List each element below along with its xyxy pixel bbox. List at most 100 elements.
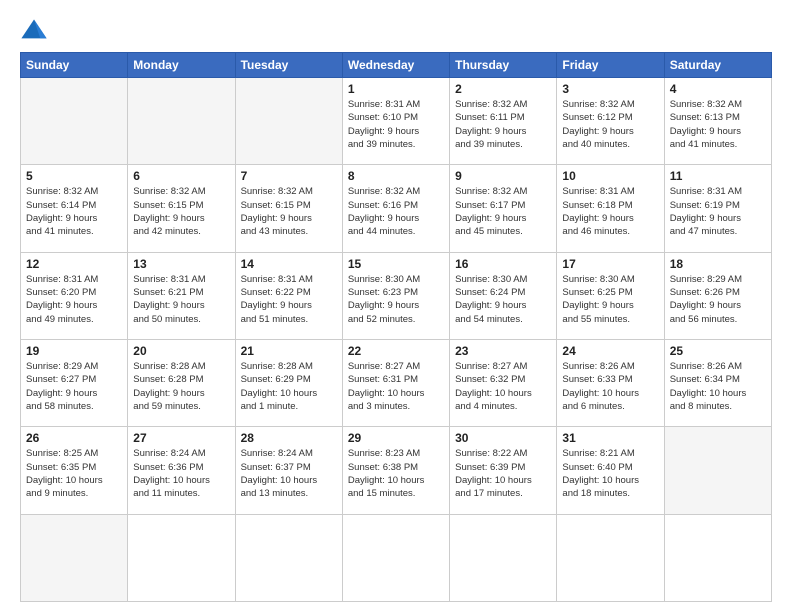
day-number: 16 bbox=[455, 257, 551, 271]
day-info: Sunrise: 8:28 AMSunset: 6:29 PMDaylight:… bbox=[241, 360, 337, 413]
calendar-cell: 10Sunrise: 8:31 AMSunset: 6:18 PMDayligh… bbox=[557, 165, 664, 252]
day-info: Sunrise: 8:24 AMSunset: 6:37 PMDaylight:… bbox=[241, 447, 337, 500]
day-number: 25 bbox=[670, 344, 766, 358]
header bbox=[20, 16, 772, 44]
page: SundayMondayTuesdayWednesdayThursdayFrid… bbox=[0, 0, 792, 612]
day-info: Sunrise: 8:27 AMSunset: 6:32 PMDaylight:… bbox=[455, 360, 551, 413]
calendar-cell: 26 Sunrise: 8:25 AMSunset: 6:35 PMDayligh… bbox=[21, 427, 128, 514]
day-number: 13 bbox=[133, 257, 229, 271]
day-info: Sunrise: 8:32 AMSunset: 6:17 PMDaylight:… bbox=[455, 185, 551, 238]
day-number: 21 bbox=[241, 344, 337, 358]
calendar-cell: 23 Sunrise: 8:27 AMSunset: 6:32 PMDayligh… bbox=[450, 339, 557, 426]
day-info: Sunrise: 8:31 AMSunset: 6:20 PMDaylight:… bbox=[26, 273, 122, 326]
day-info: Sunrise: 8:32 AMSunset: 6:15 PMDaylight:… bbox=[133, 185, 229, 238]
day-number: 26 bbox=[26, 431, 122, 445]
calendar-cell: 21 Sunrise: 8:28 AMSunset: 6:29 PMDayligh… bbox=[235, 339, 342, 426]
day-number: 23 bbox=[455, 344, 551, 358]
day-number: 10 bbox=[562, 169, 658, 183]
calendar-cell: 5Sunrise: 8:32 AMSunset: 6:14 PMDaylight… bbox=[21, 165, 128, 252]
calendar-row: 26 Sunrise: 8:25 AMSunset: 6:35 PMDayligh… bbox=[21, 427, 772, 514]
calendar-row: 1Sunrise: 8:31 AMSunset: 6:10 PMDaylight… bbox=[21, 78, 772, 165]
calendar-cell: 19Sunrise: 8:29 AMSunset: 6:27 PMDayligh… bbox=[21, 339, 128, 426]
day-number: 2 bbox=[455, 82, 551, 96]
calendar-cell: 22 Sunrise: 8:27 AMSunset: 6:31 PMDayligh… bbox=[342, 339, 449, 426]
calendar-cell: 11 Sunrise: 8:31 AMSunset: 6:19 PMDayligh… bbox=[664, 165, 771, 252]
day-number: 14 bbox=[241, 257, 337, 271]
calendar-cell: 25Sunrise: 8:26 AMSunset: 6:34 PMDayligh… bbox=[664, 339, 771, 426]
weekday-header-tuesday: Tuesday bbox=[235, 53, 342, 78]
day-info: Sunrise: 8:29 AMSunset: 6:26 PMDaylight:… bbox=[670, 273, 766, 326]
calendar-cell: 3 Sunrise: 8:32 AMSunset: 6:12 PMDaylight… bbox=[557, 78, 664, 165]
day-number: 19 bbox=[26, 344, 122, 358]
day-number: 3 bbox=[562, 82, 658, 96]
day-info: Sunrise: 8:32 AMSunset: 6:12 PMDaylight:… bbox=[562, 98, 658, 151]
day-info: Sunrise: 8:31 AMSunset: 6:21 PMDaylight:… bbox=[133, 273, 229, 326]
day-number: 28 bbox=[241, 431, 337, 445]
day-number: 24 bbox=[562, 344, 658, 358]
day-number: 11 bbox=[670, 169, 766, 183]
calendar-cell: 16 Sunrise: 8:30 AMSunset: 6:24 PMDayligh… bbox=[450, 252, 557, 339]
day-info: Sunrise: 8:32 AMSunset: 6:11 PMDaylight:… bbox=[455, 98, 551, 151]
weekday-header-thursday: Thursday bbox=[450, 53, 557, 78]
day-number: 27 bbox=[133, 431, 229, 445]
day-info: Sunrise: 8:25 AMSunset: 6:35 PMDaylight:… bbox=[26, 447, 122, 500]
calendar-cell bbox=[128, 514, 235, 601]
day-number: 15 bbox=[348, 257, 444, 271]
day-number: 12 bbox=[26, 257, 122, 271]
calendar-cell: 2 Sunrise: 8:32 AMSunset: 6:11 PMDaylight… bbox=[450, 78, 557, 165]
day-info: Sunrise: 8:26 AMSunset: 6:33 PMDaylight:… bbox=[562, 360, 658, 413]
calendar-cell: 20 Sunrise: 8:28 AMSunset: 6:28 PMDayligh… bbox=[128, 339, 235, 426]
day-info: Sunrise: 8:24 AMSunset: 6:36 PMDaylight:… bbox=[133, 447, 229, 500]
day-number: 22 bbox=[348, 344, 444, 358]
calendar-cell: 8Sunrise: 8:32 AMSunset: 6:16 PMDaylight… bbox=[342, 165, 449, 252]
day-number: 9 bbox=[455, 169, 551, 183]
day-number: 31 bbox=[562, 431, 658, 445]
weekday-header-monday: Monday bbox=[128, 53, 235, 78]
calendar-cell bbox=[128, 78, 235, 165]
day-info: Sunrise: 8:23 AMSunset: 6:38 PMDaylight:… bbox=[348, 447, 444, 500]
calendar-row: 5Sunrise: 8:32 AMSunset: 6:14 PMDaylight… bbox=[21, 165, 772, 252]
day-number: 5 bbox=[26, 169, 122, 183]
day-number: 8 bbox=[348, 169, 444, 183]
calendar-cell: 13 Sunrise: 8:31 AMSunset: 6:21 PMDayligh… bbox=[128, 252, 235, 339]
day-info: Sunrise: 8:28 AMSunset: 6:28 PMDaylight:… bbox=[133, 360, 229, 413]
calendar-cell: 6 Sunrise: 8:32 AMSunset: 6:15 PMDaylight… bbox=[128, 165, 235, 252]
calendar-cell: 29 Sunrise: 8:23 AMSunset: 6:38 PMDayligh… bbox=[342, 427, 449, 514]
calendar-cell: 14 Sunrise: 8:31 AMSunset: 6:22 PMDayligh… bbox=[235, 252, 342, 339]
day-number: 20 bbox=[133, 344, 229, 358]
calendar-cell bbox=[664, 427, 771, 514]
weekday-header-sunday: Sunday bbox=[21, 53, 128, 78]
day-info: Sunrise: 8:32 AMSunset: 6:15 PMDaylight:… bbox=[241, 185, 337, 238]
day-number: 30 bbox=[455, 431, 551, 445]
calendar-cell bbox=[664, 514, 771, 601]
day-info: Sunrise: 8:30 AMSunset: 6:23 PMDaylight:… bbox=[348, 273, 444, 326]
day-number: 7 bbox=[241, 169, 337, 183]
calendar-cell: 28 Sunrise: 8:24 AMSunset: 6:37 PMDayligh… bbox=[235, 427, 342, 514]
calendar-cell: 27 Sunrise: 8:24 AMSunset: 6:36 PMDayligh… bbox=[128, 427, 235, 514]
calendar-cell: 7 Sunrise: 8:32 AMSunset: 6:15 PMDaylight… bbox=[235, 165, 342, 252]
calendar-cell bbox=[450, 514, 557, 601]
day-info: Sunrise: 8:21 AMSunset: 6:40 PMDaylight:… bbox=[562, 447, 658, 500]
calendar-cell bbox=[21, 78, 128, 165]
day-number: 29 bbox=[348, 431, 444, 445]
weekday-header-row: SundayMondayTuesdayWednesdayThursdayFrid… bbox=[21, 53, 772, 78]
day-info: Sunrise: 8:27 AMSunset: 6:31 PMDaylight:… bbox=[348, 360, 444, 413]
calendar-row: 12 Sunrise: 8:31 AMSunset: 6:20 PMDayligh… bbox=[21, 252, 772, 339]
calendar-cell bbox=[21, 514, 128, 601]
day-number: 6 bbox=[133, 169, 229, 183]
calendar-cell: 4Sunrise: 8:32 AMSunset: 6:13 PMDaylight… bbox=[664, 78, 771, 165]
calendar-table: SundayMondayTuesdayWednesdayThursdayFrid… bbox=[20, 52, 772, 602]
calendar-cell: 30Sunrise: 8:22 AMSunset: 6:39 PMDayligh… bbox=[450, 427, 557, 514]
calendar-cell bbox=[235, 78, 342, 165]
calendar-cell bbox=[557, 514, 664, 601]
day-info: Sunrise: 8:31 AMSunset: 6:19 PMDaylight:… bbox=[670, 185, 766, 238]
calendar-cell: 9 Sunrise: 8:32 AMSunset: 6:17 PMDaylight… bbox=[450, 165, 557, 252]
weekday-header-wednesday: Wednesday bbox=[342, 53, 449, 78]
weekday-header-saturday: Saturday bbox=[664, 53, 771, 78]
calendar-cell: 18Sunrise: 8:29 AMSunset: 6:26 PMDayligh… bbox=[664, 252, 771, 339]
calendar-cell bbox=[342, 514, 449, 601]
calendar-cell: 12 Sunrise: 8:31 AMSunset: 6:20 PMDayligh… bbox=[21, 252, 128, 339]
day-info: Sunrise: 8:30 AMSunset: 6:24 PMDaylight:… bbox=[455, 273, 551, 326]
day-info: Sunrise: 8:31 AMSunset: 6:22 PMDaylight:… bbox=[241, 273, 337, 326]
calendar-cell: 31 Sunrise: 8:21 AMSunset: 6:40 PMDayligh… bbox=[557, 427, 664, 514]
